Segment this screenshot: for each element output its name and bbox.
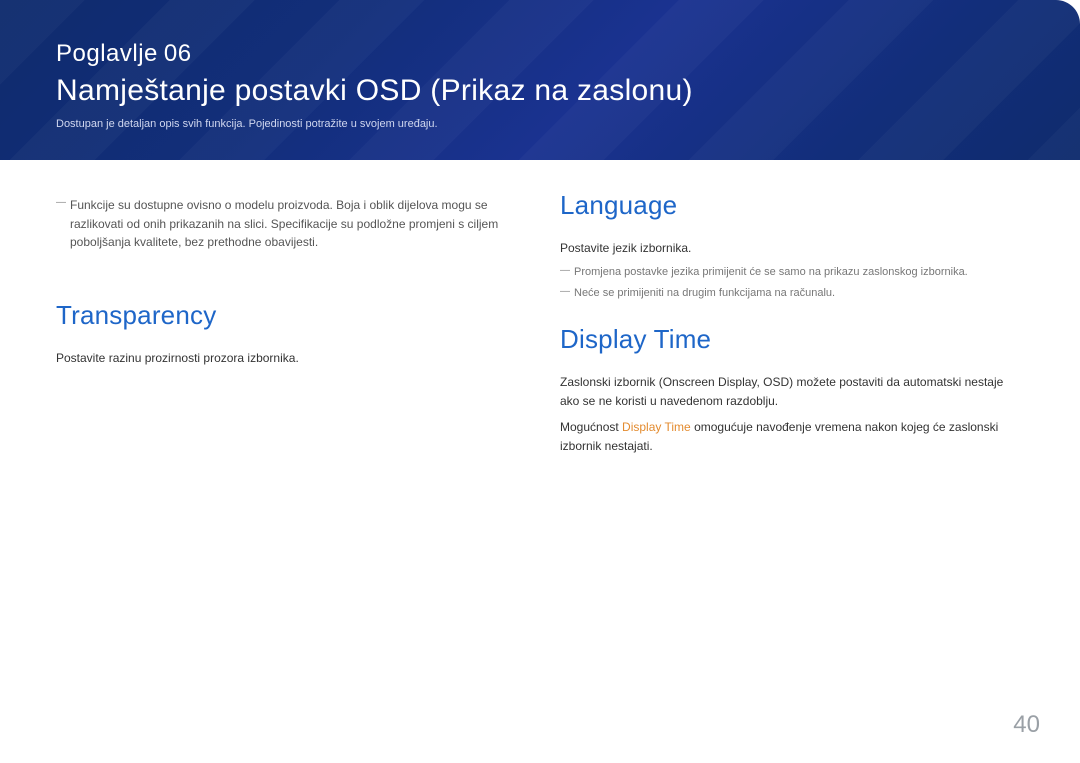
left-column: Funkcije su dostupne ovisno o modelu pro… [56,190,520,462]
chapter-subtitle: Dostupan je detaljan opis svih funkcija.… [56,118,1080,130]
display-time-body-2: Mogućnost Display Time omogućuje navođen… [560,418,1024,456]
chapter-label: Poglavlje [56,40,158,67]
display-time-body-1: Zaslonski izbornik (Onscreen Display, OS… [560,373,1024,411]
page-number: 40 [1013,711,1040,739]
language-body: Postavite jezik izbornika. [560,239,1024,258]
chapter-banner: Poglavlje06 Namještanje postavki OSD (Pr… [0,0,1080,160]
display-time-body-2-pre: Mogućnost [560,420,622,434]
language-note-1: Promjena postavke jezika primijenit će s… [560,264,1024,281]
right-column: Language Postavite jezik izbornika. Prom… [560,190,1024,462]
section-heading-transparency: Transparency [56,300,520,331]
model-disclaimer-note: Funkcije su dostupne ovisno o modelu pro… [56,196,520,252]
section-heading-language: Language [560,190,1024,221]
section-heading-display-time: Display Time [560,324,1024,355]
chapter-title: Namještanje postavki OSD (Prikaz na zasl… [56,74,1080,108]
chapter-label-line: Poglavlje06 [56,40,1080,68]
transparency-body: Postavite razinu prozirnosti prozora izb… [56,349,520,368]
chapter-number: 06 [164,40,192,67]
language-note-2: Neće se primijeniti na drugim funkcijama… [560,285,1024,302]
display-time-term: Display Time [622,420,691,434]
content-area: Funkcije su dostupne ovisno o modelu pro… [0,160,1080,462]
